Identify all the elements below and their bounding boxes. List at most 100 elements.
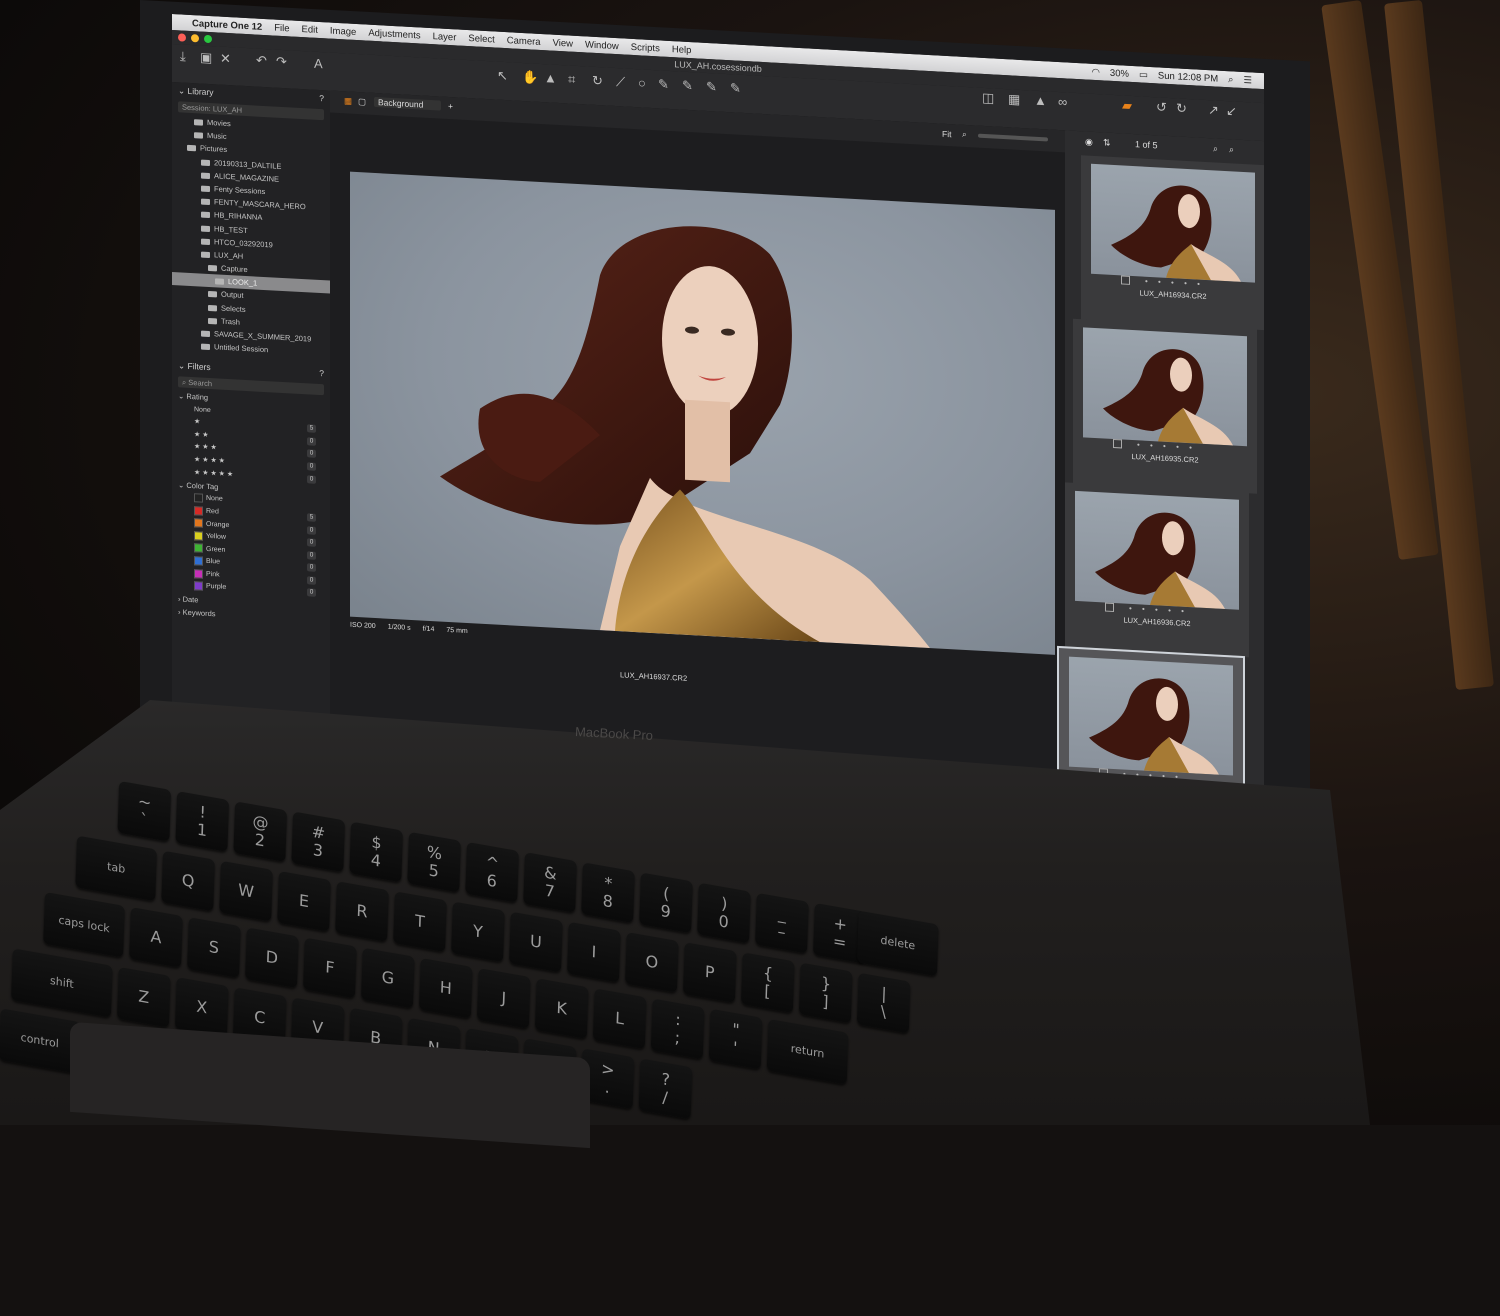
- menu-edit[interactable]: Edit: [302, 24, 318, 36]
- menu-select[interactable]: Select: [468, 33, 494, 45]
- import-icon[interactable]: ⤓: [180, 48, 186, 64]
- keyboard-key[interactable]: caps lock: [43, 891, 125, 958]
- keystone-icon[interactable]: ⟋: [616, 74, 625, 90]
- redo-icon[interactable]: ↷: [276, 54, 287, 71]
- layer-select[interactable]: Background: [374, 96, 442, 111]
- keyboard-key[interactable]: Q: [161, 850, 216, 912]
- keyboard-key[interactable]: ( 9: [639, 872, 693, 934]
- keyboard-key[interactable]: F: [302, 937, 357, 999]
- eye-icon[interactable]: ◉: [1085, 136, 1093, 147]
- keyboard-key[interactable]: _ –: [755, 892, 809, 954]
- keyboard-key[interactable]: D: [245, 927, 299, 989]
- keyboard-key[interactable]: ) 0: [697, 882, 751, 944]
- keyboard-key[interactable]: control: [0, 1008, 81, 1075]
- pan-hand-icon[interactable]: ✋: [522, 69, 538, 86]
- single-view-icon[interactable]: ▢: [358, 96, 366, 107]
- zoom-label[interactable]: Fit: [942, 129, 951, 140]
- menu-window[interactable]: Window: [585, 39, 619, 52]
- minimize-window-button[interactable]: [191, 34, 199, 43]
- keyboard-key[interactable]: U: [509, 911, 563, 973]
- delete-key[interactable]: delete: [856, 910, 939, 977]
- brush-icon[interactable]: ✎: [682, 78, 693, 95]
- delete-icon[interactable]: ✕: [220, 51, 231, 68]
- crop-icon[interactable]: ⌗: [568, 71, 575, 87]
- keyboard-key[interactable]: I: [566, 921, 621, 983]
- search-icon[interactable]: ⌕: [1213, 143, 1218, 154]
- filter-search-icon[interactable]: ⌕: [1229, 144, 1234, 155]
- grid-icon[interactable]: ▦: [1008, 91, 1020, 108]
- overlay-icon[interactable]: ◫: [982, 90, 994, 107]
- rotate-icon[interactable]: ↻: [592, 73, 603, 90]
- menu-help[interactable]: Help: [672, 44, 692, 56]
- reset-icon[interactable]: ↺: [1156, 99, 1167, 116]
- add-layer-icon[interactable]: +: [448, 101, 453, 111]
- keyboard-key[interactable]: Y: [451, 901, 505, 963]
- keyboard-key[interactable]: * 8: [581, 862, 635, 924]
- text-icon[interactable]: A: [314, 56, 323, 71]
- keyboard-key[interactable]: H: [418, 957, 473, 1019]
- keyboard-key[interactable]: { [: [740, 952, 795, 1014]
- menu-camera[interactable]: Camera: [507, 35, 541, 48]
- keyboard-key[interactable]: S: [187, 917, 241, 979]
- loupe-icon[interactable]: ▲: [544, 70, 557, 86]
- gradient-mask-icon[interactable]: ✎: [706, 79, 717, 96]
- menu-layer[interactable]: Layer: [433, 31, 457, 43]
- help-icon[interactable]: ?: [319, 93, 324, 103]
- keyboard-key[interactable]: O: [624, 932, 679, 993]
- close-window-button[interactable]: [178, 33, 186, 42]
- menu-adjustments[interactable]: Adjustments: [368, 27, 420, 41]
- thumbnail-checkbox[interactable]: [1105, 602, 1114, 613]
- help-icon[interactable]: ?: [319, 368, 324, 378]
- keyboard-key[interactable]: W: [219, 860, 273, 922]
- thumbnail-rating-dots[interactable]: • • • • •: [1145, 277, 1204, 289]
- spotlight-icon[interactable]: ⌕: [1228, 74, 1233, 85]
- menu-image[interactable]: Image: [330, 25, 356, 37]
- keyboard-key[interactable]: T: [393, 891, 447, 953]
- menu-view[interactable]: View: [553, 37, 573, 49]
- thumbnail[interactable]: • • • • • LUX_AH16936.CR2: [1065, 482, 1249, 658]
- sort-icon[interactable]: ⇅: [1103, 137, 1111, 148]
- spot-removal-icon[interactable]: ○: [638, 75, 646, 90]
- layout-icon[interactable]: ▦: [344, 95, 352, 106]
- undo-icon[interactable]: ↶: [256, 53, 267, 70]
- keyboard-key[interactable]: tab: [75, 835, 158, 902]
- chevron-down-icon[interactable]: ⌄: [178, 85, 185, 95]
- keyboard-key[interactable]: ~ `: [117, 780, 172, 842]
- keyboard-key[interactable]: | \: [856, 972, 911, 1034]
- keyboard-key[interactable]: K: [534, 978, 589, 1040]
- repeat-icon[interactable]: ↻: [1176, 100, 1187, 117]
- thumbnail-rating-dots[interactable]: • • • • •: [1137, 440, 1196, 452]
- thumbnail-checkbox[interactable]: [1121, 275, 1130, 285]
- keyboard-key[interactable]: R: [335, 881, 389, 943]
- battery-icon[interactable]: ▭: [1139, 69, 1148, 80]
- camera-icon[interactable]: ▣: [200, 50, 212, 67]
- keyboard-key[interactable]: % 5: [407, 831, 462, 893]
- menu-file[interactable]: File: [274, 22, 289, 34]
- copy-arrow-icon[interactable]: ↗: [1208, 102, 1219, 119]
- keyboard-key[interactable]: & 7: [523, 852, 577, 913]
- apply-arrow-icon[interactable]: ↙: [1226, 103, 1237, 120]
- copy-adjustments-icon[interactable]: ▰: [1122, 97, 1132, 114]
- keyboard-key[interactable]: E: [277, 870, 331, 932]
- app-menu[interactable]: Capture One 12: [192, 18, 262, 33]
- zoom-slider[interactable]: [978, 133, 1048, 142]
- keyboard-key[interactable]: ? /: [638, 1058, 693, 1120]
- keyboard-key[interactable]: L: [592, 988, 647, 1050]
- keyboard-key[interactable]: " ': [708, 1008, 763, 1070]
- proof-glasses-icon[interactable]: ∞: [1058, 94, 1067, 110]
- keyboard-key[interactable]: A: [129, 907, 183, 968]
- thumbnail[interactable]: • • • • • LUX_AH16934.CR2: [1081, 155, 1264, 331]
- keyboard-key[interactable]: : ;: [650, 998, 705, 1060]
- zoom-icon[interactable]: ⌕: [962, 129, 967, 140]
- clock[interactable]: Sun 12:08 PM: [1158, 70, 1218, 84]
- keyboard-key[interactable]: ! 1: [175, 791, 230, 852]
- exposure-warning-icon[interactable]: ▲: [1034, 93, 1047, 109]
- thumbnail[interactable]: • • • • • LUX_AH16935.CR2: [1073, 318, 1257, 494]
- menu-scripts[interactable]: Scripts: [631, 41, 660, 54]
- notification-center-icon[interactable]: ☰: [1243, 75, 1252, 86]
- keyboard-key[interactable]: } ]: [798, 962, 853, 1024]
- eraser-icon[interactable]: ✎: [730, 80, 741, 97]
- select-cursor-icon[interactable]: ↖: [497, 68, 508, 85]
- color-picker-icon[interactable]: ✎: [658, 76, 669, 93]
- thumbnail-rating-dots[interactable]: • • • • •: [1129, 604, 1188, 616]
